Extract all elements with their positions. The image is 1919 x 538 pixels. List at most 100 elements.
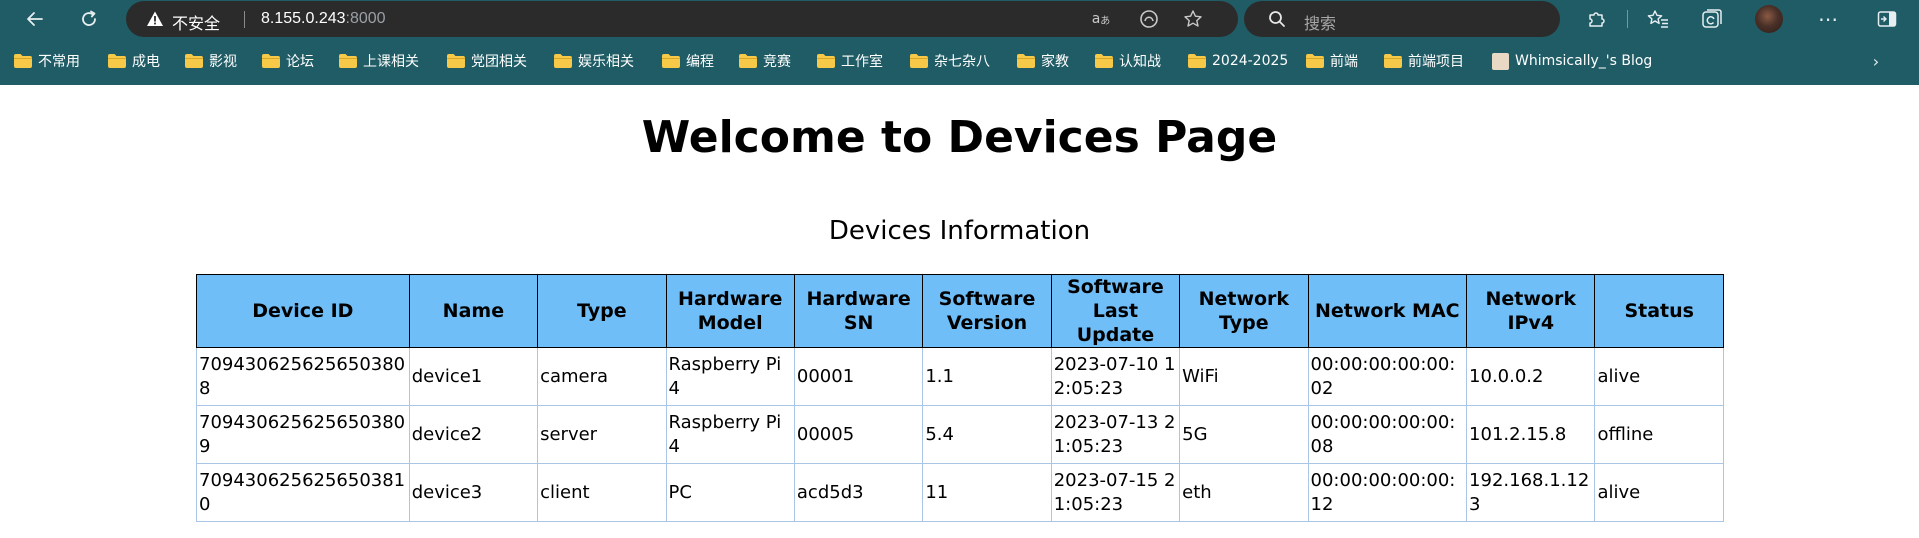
folder-icon — [185, 54, 203, 68]
page-title: Welcome to Devices Page — [641, 112, 1278, 163]
bookmark-label: 成电 — [132, 54, 160, 70]
bookmark-folder[interactable]: 工作室 — [817, 50, 883, 72]
bookmark-site[interactable]: Whimsically_'s Blog — [1492, 50, 1652, 72]
table-header-row: Device ID Name Type Hardware Model Hardw… — [196, 274, 1724, 348]
bookmark-folder[interactable]: 上课相关 — [339, 50, 419, 72]
table-cell: 7094306256256503810 — [196, 463, 410, 522]
immersive-reader-icon[interactable] — [1136, 7, 1162, 31]
table-cell: 1.1 — [922, 347, 1052, 406]
bookmark-folder[interactable]: 认知战 — [1095, 50, 1161, 72]
url-port: :8000 — [345, 10, 386, 27]
bookmark-folder[interactable]: 杂七杂八 — [910, 50, 990, 72]
sidebar-toggle-button[interactable] — [1872, 4, 1902, 34]
bookmark-label: 娱乐相关 — [578, 54, 634, 70]
bookmark-label: 党团相关 — [471, 54, 527, 70]
column-header: Network Type — [1179, 274, 1309, 348]
table-cell: 7094306256256503808 — [196, 347, 410, 406]
bookmark-label: 认知战 — [1119, 54, 1161, 70]
table-cell: alive — [1594, 463, 1724, 522]
section-title: Devices Information — [828, 216, 1091, 246]
profile-avatar[interactable] — [1755, 5, 1783, 33]
bookmark-folder[interactable]: 不常用 — [14, 50, 80, 72]
column-header: Hardware Model — [665, 274, 795, 348]
address-divider — [244, 11, 245, 28]
table-cell: 00001 — [793, 347, 924, 406]
table-cell: 10.0.0.2 — [1466, 347, 1596, 406]
table-cell: 00005 — [793, 405, 924, 464]
table-cell: 00:00:00:00:00:08 — [1307, 405, 1468, 464]
address-bar[interactable]: 不安全 8.155.0.243:8000 aあ — [126, 1, 1238, 37]
table-cell: Raspberry Pi 4 — [665, 405, 795, 464]
warning-icon[interactable] — [146, 10, 164, 28]
url-text[interactable]: 8.155.0.243:8000 — [261, 10, 386, 28]
bookmark-label: 论坛 — [286, 54, 314, 70]
bookmark-folder[interactable]: 竞赛 — [739, 50, 791, 72]
folder-icon — [739, 54, 757, 68]
table-cell: 2023-07-13 21:05:23 — [1050, 405, 1181, 464]
table-cell: eth — [1179, 463, 1309, 522]
column-header: Device ID — [196, 274, 410, 348]
column-header: Type — [537, 274, 667, 348]
folder-icon — [817, 54, 835, 68]
table-cell: 5G — [1179, 405, 1309, 464]
read-aloud-icon[interactable]: aあ — [1088, 7, 1114, 31]
bookmark-folder[interactable]: 娱乐相关 — [554, 50, 634, 72]
folder-icon — [1384, 54, 1402, 68]
favorites-button[interactable] — [1643, 4, 1673, 34]
bookmark-folder[interactable]: 前端项目 — [1384, 50, 1464, 72]
bookmark-folder[interactable]: 前端 — [1306, 50, 1358, 72]
favorite-star-icon[interactable] — [1180, 7, 1206, 31]
chevron-right-icon: › — [1872, 51, 1880, 71]
toolbar-divider — [1627, 10, 1628, 28]
bookmark-label: 前端 — [1330, 54, 1358, 70]
bookmarks-bar: 不常用 成电 影视 论坛 上课相关 党团相关 娱乐相关 编程 竞赛 工作室 杂七… — [0, 37, 1919, 85]
edge-collections-icon — [1702, 9, 1722, 28]
bookmark-label: 影视 — [209, 54, 237, 70]
table-row: 7094306256256503809 device2 server Raspb… — [196, 405, 1724, 464]
table-cell: 5.4 — [922, 405, 1052, 464]
security-label[interactable]: 不安全 — [172, 10, 220, 34]
table-cell: 00:00:00:00:00:02 — [1307, 347, 1468, 406]
column-header: Network IPv4 — [1466, 274, 1596, 348]
bookmark-folder[interactable]: 影视 — [185, 50, 237, 72]
search-icon — [1269, 11, 1285, 27]
table-cell: acd5d3 — [793, 463, 924, 522]
search-box[interactable]: 搜索 — [1244, 1, 1560, 37]
table-cell: 7094306256256503809 — [196, 405, 410, 464]
bookmark-label: 工作室 — [841, 54, 883, 70]
table-cell: device1 — [408, 347, 539, 406]
bookmark-folder[interactable]: 家教 — [1017, 50, 1069, 72]
bookmark-label: Whimsically_'s Blog — [1515, 53, 1653, 69]
folder-icon — [108, 54, 126, 68]
bookmark-label: 家教 — [1041, 54, 1069, 70]
folder-icon — [262, 54, 280, 68]
table-cell: 11 — [922, 463, 1052, 522]
puzzle-icon — [1589, 12, 1605, 27]
table-cell: offline — [1594, 405, 1724, 464]
bookmark-label: 竞赛 — [763, 54, 791, 70]
back-button[interactable] — [19, 3, 51, 35]
table-cell: device3 — [408, 463, 539, 522]
bookmark-folder[interactable]: 党团相关 — [447, 50, 527, 72]
collections-button[interactable] — [1697, 4, 1727, 34]
folder-icon — [662, 54, 680, 68]
bookmark-folder[interactable]: 2024-2025 — [1188, 50, 1288, 72]
table-cell: PC — [665, 463, 795, 522]
refresh-button[interactable] — [73, 3, 105, 35]
browser-toolbar: 不安全 8.155.0.243:8000 aあ 搜索 ⋯ — [0, 0, 1919, 37]
column-header: Software Version — [922, 274, 1052, 348]
folder-icon — [910, 54, 928, 68]
blog-favicon-icon — [1492, 52, 1509, 70]
table-row: 7094306256256503808 device1 camera Raspb… — [196, 347, 1724, 406]
bookmark-folder[interactable]: 编程 — [662, 50, 714, 72]
bookmark-folder[interactable]: 论坛 — [262, 50, 314, 72]
extensions-button[interactable] — [1581, 4, 1611, 34]
table-cell: alive — [1594, 347, 1724, 406]
bookmark-folder[interactable]: 成电 — [108, 50, 160, 72]
bookmarks-overflow-button[interactable]: › — [1865, 49, 1887, 73]
folder-icon — [1017, 54, 1035, 68]
more-dots-icon: ⋯ — [1818, 7, 1838, 31]
table-cell: 192.168.1.123 — [1466, 463, 1596, 522]
more-menu-button[interactable]: ⋯ — [1813, 4, 1843, 34]
favorites-list-icon — [1647, 10, 1668, 28]
